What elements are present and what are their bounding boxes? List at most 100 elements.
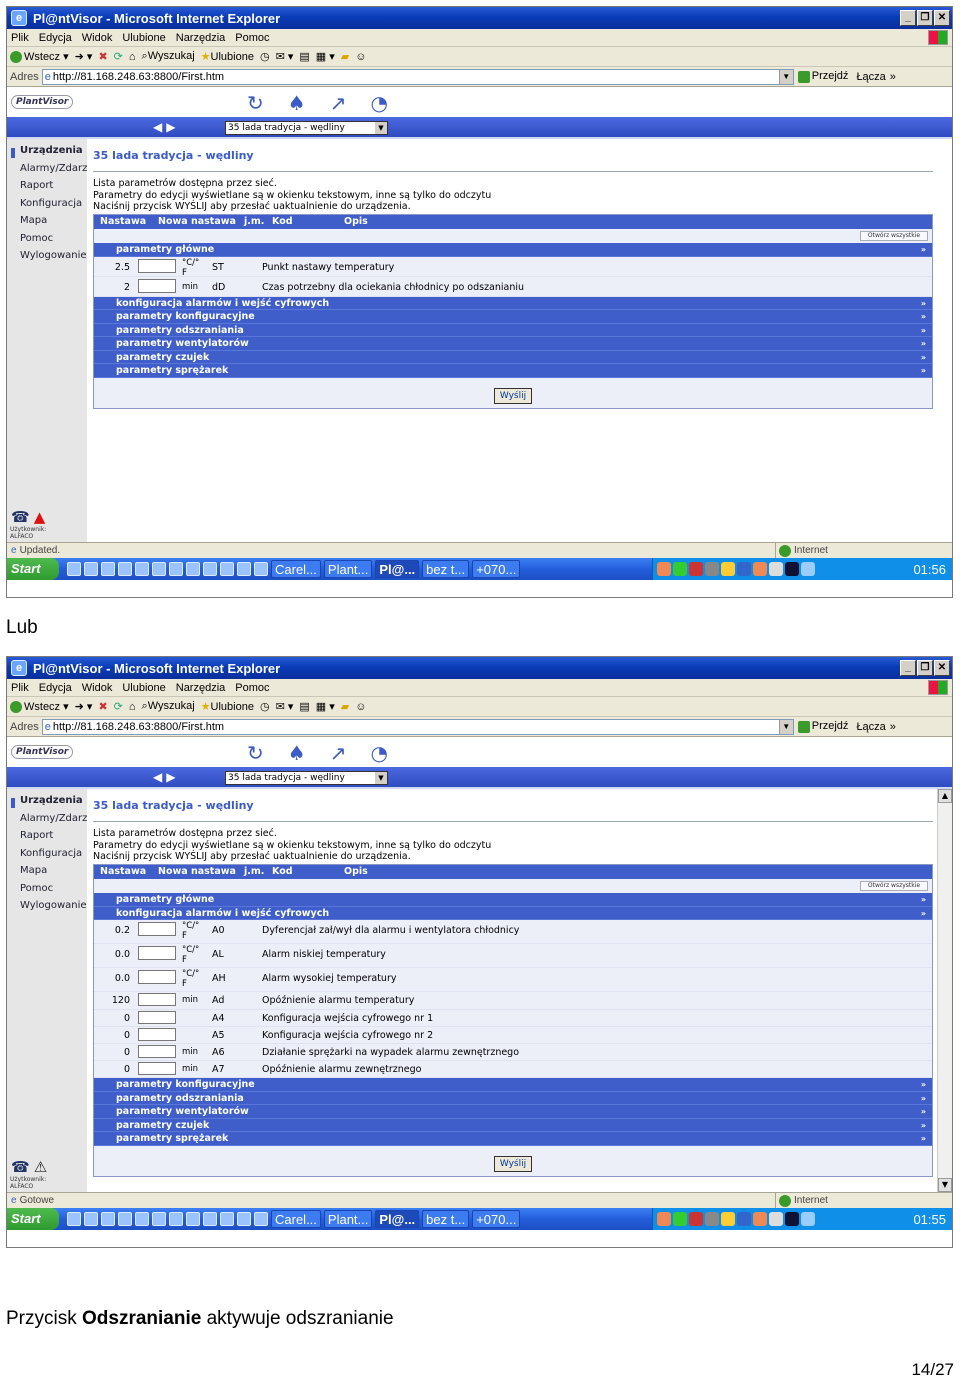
taskbar-item[interactable]: +070... — [472, 1210, 521, 1228]
address-dropdown-icon[interactable]: ▼ — [778, 719, 793, 734]
quicklaunch-icon[interactable] — [237, 562, 251, 576]
stop-icon[interactable]: ✖ — [98, 700, 107, 713]
param-new-value-input[interactable] — [138, 922, 176, 936]
section-fan-params[interactable]: parametry wentylatorów — [94, 337, 932, 351]
quicklaunch-icon[interactable] — [84, 562, 98, 576]
param-new-value-input[interactable] — [138, 970, 176, 984]
param-new-value-input[interactable] — [138, 1045, 176, 1058]
edit-icon[interactable]: ▦ ▾ — [316, 50, 335, 63]
history-icon[interactable]: ◷ — [260, 50, 270, 63]
maximize-button[interactable]: ❐ — [917, 660, 933, 676]
menu-favorites[interactable]: Ulubione — [122, 32, 165, 44]
forward-button[interactable]: ➜ ▾ — [75, 700, 93, 713]
quicklaunch-icon[interactable] — [203, 562, 217, 576]
menu-help[interactable]: Pomoc — [235, 682, 269, 694]
tray-icon[interactable] — [721, 562, 735, 576]
param-new-value-input[interactable] — [138, 1028, 176, 1041]
back-view-icon[interactable]: ◔ — [370, 91, 387, 115]
tray-icon[interactable] — [785, 562, 799, 576]
quicklaunch-icon[interactable] — [135, 1212, 149, 1226]
links-button[interactable]: Łącza — [856, 721, 885, 733]
refresh-view-icon[interactable]: ↻ — [247, 741, 264, 765]
taskbar-item[interactable]: Plant... — [323, 1210, 373, 1228]
maximize-button[interactable]: ❐ — [917, 10, 933, 26]
device-select-dropdown-icon[interactable]: ▼ — [375, 122, 387, 134]
quicklaunch-icon[interactable] — [118, 562, 132, 576]
sidebar-item-report[interactable]: Raport — [7, 180, 87, 198]
quicklaunch-icon[interactable] — [186, 1212, 200, 1226]
taskbar-item[interactable]: Pl@... — [375, 1210, 420, 1228]
sidebar-item-logout[interactable]: Wylogowanie — [7, 900, 87, 918]
tray-icon[interactable] — [769, 1212, 783, 1226]
history-icon[interactable]: ◷ — [260, 700, 270, 713]
menu-edit[interactable]: Edycja — [39, 32, 72, 44]
mail-icon[interactable]: ✉ ▾ — [276, 50, 294, 63]
quicklaunch-icon[interactable] — [118, 1212, 132, 1226]
quicklaunch-icon[interactable] — [254, 562, 268, 576]
graph-icon[interactable]: ↗ — [330, 741, 347, 765]
tray-icon[interactable] — [657, 562, 671, 576]
tray-icon[interactable] — [673, 1212, 687, 1226]
device-select[interactable]: 35 lada tradycja - wędliny ▼ — [225, 121, 388, 135]
messenger-icon[interactable]: ☺ — [355, 51, 366, 63]
quicklaunch-icon[interactable] — [220, 562, 234, 576]
menu-help[interactable]: Pomoc — [235, 32, 269, 44]
tray-icon[interactable] — [721, 1212, 735, 1226]
minimize-button[interactable]: _ — [900, 10, 916, 26]
sidebar-item-map[interactable]: Mapa — [7, 865, 87, 883]
search-button[interactable]: ⌕Wyszukaj — [142, 700, 195, 713]
menu-file[interactable]: Plik — [11, 32, 29, 44]
param-new-value-input[interactable] — [138, 1011, 176, 1024]
sidebar-item-map[interactable]: Mapa — [7, 215, 87, 233]
taskbar-item[interactable]: Carel... — [271, 560, 321, 578]
device-select-dropdown-icon[interactable]: ▼ — [375, 772, 387, 784]
address-input[interactable]: e http://81.168.248.63:8800/First.htm ▼ — [41, 718, 794, 735]
tray-icon[interactable] — [753, 1212, 767, 1226]
scroll-up-icon[interactable]: ▲ — [938, 789, 952, 803]
taskbar-item[interactable]: Plant... — [323, 560, 373, 578]
taskbar-item[interactable]: bez t... — [422, 560, 470, 578]
menu-tools[interactable]: Narzędzia — [176, 32, 226, 44]
print-icon[interactable]: ▤ — [299, 700, 309, 713]
start-button[interactable]: Start — [7, 558, 59, 580]
param-new-value-input[interactable] — [138, 278, 176, 293]
menu-edit[interactable]: Edycja — [39, 682, 72, 694]
folder-icon[interactable]: ▰ — [341, 50, 349, 63]
close-button[interactable]: ✕ — [934, 660, 950, 676]
quicklaunch-icon[interactable] — [237, 1212, 251, 1226]
home-icon[interactable]: ⌂ — [129, 51, 136, 63]
tray-icon[interactable] — [737, 562, 751, 576]
open-all-button[interactable]: Otwórz wszystkie — [860, 231, 928, 241]
alarm-warning-icon[interactable]: ▲ — [34, 508, 46, 526]
taskbar-item[interactable]: +070... — [472, 560, 521, 578]
folder-icon[interactable]: ▰ — [341, 700, 349, 713]
minimize-button[interactable]: _ — [900, 660, 916, 676]
section-defrost-params[interactable]: parametry odszraniania — [94, 323, 932, 337]
quicklaunch-icon[interactable] — [152, 1212, 166, 1226]
tray-icon[interactable] — [801, 1212, 815, 1226]
tray-icon[interactable] — [769, 562, 783, 576]
sidebar-item-configuration[interactable]: Konfiguracja — [7, 848, 87, 866]
quicklaunch-icon[interactable] — [203, 1212, 217, 1226]
quicklaunch-icon[interactable] — [84, 1212, 98, 1226]
section-probe-params[interactable]: parametry czujek — [94, 1118, 932, 1132]
alarm-bell-icon[interactable]: ♠ — [288, 91, 306, 115]
section-main-params[interactable]: parametry główne — [94, 893, 932, 907]
favorites-button[interactable]: ★Ulubione — [201, 700, 254, 713]
tray-icon[interactable] — [785, 1212, 799, 1226]
taskbar-item[interactable]: Pl@... — [375, 560, 420, 578]
quicklaunch-icon[interactable] — [152, 562, 166, 576]
param-new-value-input[interactable] — [138, 946, 176, 960]
stop-icon[interactable]: ✖ — [98, 50, 107, 63]
param-new-value-input[interactable] — [138, 993, 176, 1006]
forward-button[interactable]: ➜ ▾ — [75, 50, 93, 63]
quicklaunch-icon[interactable] — [169, 562, 183, 576]
back-button[interactable]: Wstecz ▾ — [10, 50, 69, 64]
section-probe-params[interactable]: parametry czujek — [94, 350, 932, 364]
sidebar-item-alarms[interactable]: Alarmy/Zdarzenia — [7, 813, 87, 831]
menu-tools[interactable]: Narzędzia — [176, 682, 226, 694]
section-fan-params[interactable]: parametry wentylatorów — [94, 1105, 932, 1119]
tray-icon[interactable] — [673, 562, 687, 576]
go-button[interactable]: Przejdź — [797, 70, 848, 83]
favorites-button[interactable]: ★Ulubione — [201, 50, 254, 63]
